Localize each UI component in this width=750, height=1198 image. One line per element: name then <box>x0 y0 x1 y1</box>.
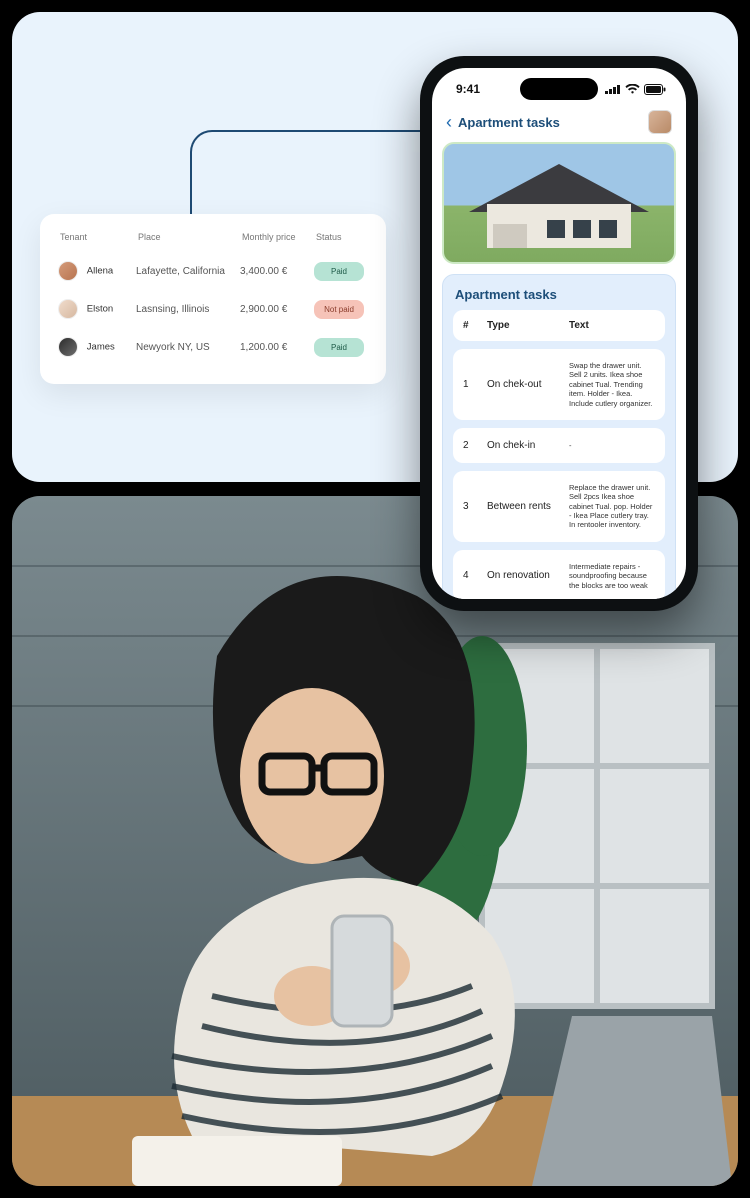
col-type: Type <box>487 320 569 331</box>
col-price: Monthly price <box>242 232 312 242</box>
task-type: On chek-out <box>487 379 569 390</box>
avatar <box>58 299 78 319</box>
tasks-header-row: # Type Text <box>453 310 665 341</box>
tenant-price: 2,900.00 € <box>240 304 310 315</box>
col-status: Status <box>316 232 372 242</box>
tenant-place: Lafayette, California <box>136 266 236 277</box>
task-type: On renovation <box>487 570 569 581</box>
table-row[interactable]: Allena Lafayette, California 3,400.00 € … <box>58 252 368 290</box>
task-num: 3 <box>463 501 487 512</box>
task-text: Replace the drawer unit. Sell 2pcs Ikea … <box>569 483 655 530</box>
app-header: ‹ Apartment tasks <box>432 110 686 142</box>
battery-icon <box>644 84 666 95</box>
col-text: Text <box>569 320 655 331</box>
phone-mockup: 9:41 ‹ Apartment tasks Apartment tasks <box>420 56 698 611</box>
avatar <box>58 337 78 357</box>
col-place: Place <box>138 232 238 242</box>
tenant-name: Allena <box>87 266 113 277</box>
task-text: - <box>569 441 655 450</box>
col-tenant: Tenant <box>60 232 134 242</box>
task-num: 2 <box>463 440 487 451</box>
table-row[interactable]: Elston Lasnsing, Illinois 2,900.00 € Not… <box>58 290 368 328</box>
tasks-panel: Apartment tasks # Type Text 1 On chek-ou… <box>442 274 676 599</box>
back-chevron-icon[interactable]: ‹ <box>446 113 452 131</box>
page-title: Apartment tasks <box>458 115 560 130</box>
house-illustration-icon <box>469 164 649 248</box>
status-badge: Paid <box>314 338 364 357</box>
tenant-name: Elston <box>87 304 113 315</box>
clock-label: 9:41 <box>456 82 480 96</box>
tenant-price: 1,200.00 € <box>240 342 310 353</box>
cellular-icon <box>605 84 621 94</box>
status-badge: Paid <box>314 262 364 281</box>
avatar[interactable] <box>648 110 672 134</box>
tenant-table-header: Tenant Place Monthly price Status <box>58 228 368 252</box>
status-badge: Not paid <box>314 300 364 319</box>
list-item[interactable]: 2 On chek-in - <box>453 428 665 463</box>
list-item[interactable]: 3 Between rents Replace the drawer unit.… <box>453 471 665 542</box>
tenant-name: James <box>87 342 115 353</box>
avatar <box>58 261 78 281</box>
col-num: # <box>463 320 487 331</box>
phone-screen: 9:41 ‹ Apartment tasks Apartment tasks <box>432 68 686 599</box>
apartment-photo[interactable] <box>442 142 676 264</box>
task-text: Swap the drawer unit. Sell 2 units. Ikea… <box>569 361 655 408</box>
tenant-price: 3,400.00 € <box>240 266 310 277</box>
task-num: 4 <box>463 570 487 581</box>
tenant-place: Lasnsing, Illinois <box>136 304 236 315</box>
task-text: Intermediate repairs - soundproofing bec… <box>569 562 655 590</box>
task-type: On chek-in <box>487 440 569 451</box>
tenant-place: Newyork NY, US <box>136 342 236 353</box>
task-num: 1 <box>463 379 487 390</box>
list-item[interactable]: 4 On renovation Intermediate repairs - s… <box>453 550 665 599</box>
task-type: Between rents <box>487 501 569 512</box>
tenant-table-card: Tenant Place Monthly price Status Allena… <box>40 214 386 384</box>
wifi-icon <box>625 84 640 94</box>
list-item[interactable]: 1 On chek-out Swap the drawer unit. Sell… <box>453 349 665 420</box>
dynamic-island-icon <box>520 78 598 100</box>
tasks-panel-title: Apartment tasks <box>455 287 663 302</box>
table-row[interactable]: James Newyork NY, US 1,200.00 € Paid <box>58 328 368 366</box>
